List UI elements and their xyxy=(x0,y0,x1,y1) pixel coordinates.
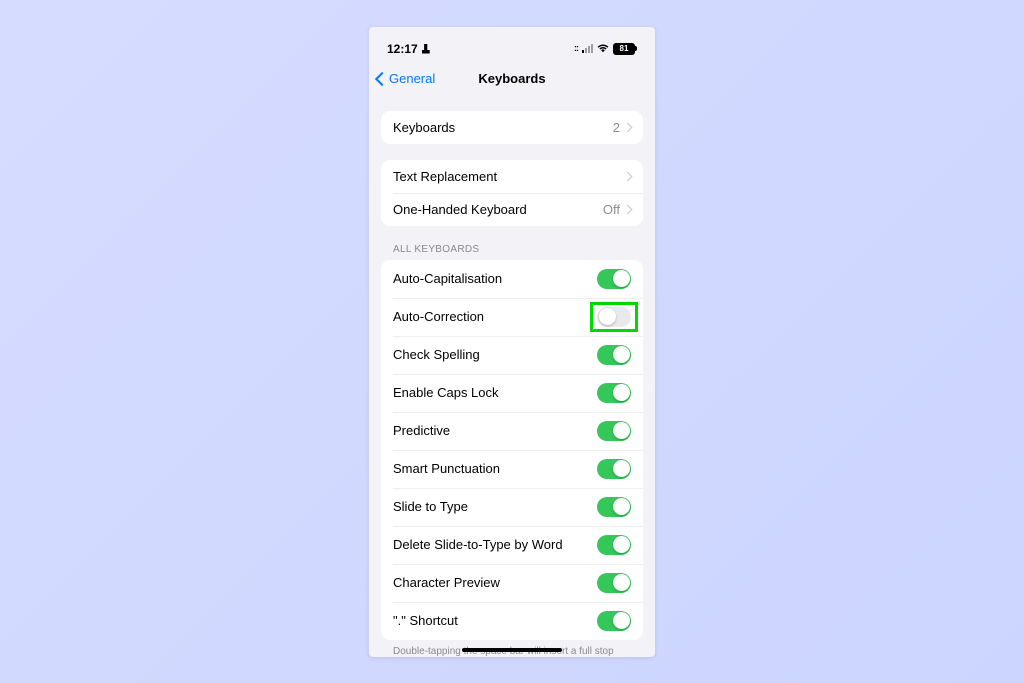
row-text-replacement[interactable]: Text Replacement xyxy=(381,160,643,193)
chevron-right-icon xyxy=(623,204,633,214)
settings-content: Keyboards 2 Text Replacement One-Handed … xyxy=(369,97,655,657)
toggle-switch[interactable] xyxy=(597,535,631,555)
section-header-all-keyboards: ALL KEYBOARDS xyxy=(381,226,643,260)
toggle-switch[interactable] xyxy=(597,497,631,517)
switch-knob xyxy=(613,346,630,363)
toggle-row: "." Shortcut xyxy=(381,602,643,640)
toggle-row: Smart Punctuation xyxy=(381,450,643,488)
page-background: 12:17 :: 81 General Keyboards xyxy=(0,0,1024,683)
toggle-row: Character Preview xyxy=(381,564,643,602)
toggle-row: Delete Slide-to-Type by Word xyxy=(381,526,643,564)
toggle-row: Enable Caps Lock xyxy=(381,374,643,412)
group-all-keyboards: Auto-Capitalisation Auto-Correction Check … xyxy=(381,260,643,640)
toggle-switch[interactable] xyxy=(597,459,631,479)
group-text-options: Text Replacement One-Handed Keyboard Off xyxy=(381,160,643,226)
row-label: One-Handed Keyboard xyxy=(393,202,603,217)
toggle-label: Character Preview xyxy=(393,575,597,590)
chevron-left-icon xyxy=(375,71,389,85)
switch-knob xyxy=(613,612,630,629)
cellular-signal-icon xyxy=(582,44,593,53)
toggle-label: Auto-Correction xyxy=(393,309,597,324)
orientation-lock-icon xyxy=(422,44,430,54)
toggle-label: Slide to Type xyxy=(393,499,597,514)
chevron-right-icon xyxy=(623,122,633,132)
switch-knob xyxy=(613,384,630,401)
toggle-switch[interactable] xyxy=(597,383,631,403)
row-one-handed-keyboard[interactable]: One-Handed Keyboard Off xyxy=(381,193,643,226)
page-title: Keyboards xyxy=(478,71,545,86)
focus-icon: :: xyxy=(574,44,578,53)
toggle-switch[interactable] xyxy=(597,269,631,289)
switch-knob xyxy=(613,574,630,591)
row-label: Text Replacement xyxy=(393,169,624,184)
home-indicator[interactable] xyxy=(462,648,562,652)
row-keyboards[interactable]: Keyboards 2 xyxy=(381,111,643,144)
switch-knob xyxy=(613,498,630,515)
toggle-label: Delete Slide-to-Type by Word xyxy=(393,537,597,552)
toggle-label: Smart Punctuation xyxy=(393,461,597,476)
toggle-label: "." Shortcut xyxy=(393,613,597,628)
toggle-switch[interactable] xyxy=(597,573,631,593)
status-time: 12:17 xyxy=(387,42,418,56)
switch-knob xyxy=(613,460,630,477)
toggle-row: Auto-Correction xyxy=(381,298,643,336)
toggle-row: Predictive xyxy=(381,412,643,450)
row-value: Off xyxy=(603,202,620,217)
status-bar: 12:17 :: 81 xyxy=(369,37,655,61)
toggle-switch[interactable] xyxy=(597,307,631,327)
switch-knob xyxy=(613,270,630,287)
chevron-right-icon xyxy=(623,171,633,181)
toggle-label: Enable Caps Lock xyxy=(393,385,597,400)
toggle-label: Predictive xyxy=(393,423,597,438)
wifi-icon xyxy=(597,44,609,53)
row-value: 2 xyxy=(613,120,620,135)
toggle-label: Auto-Capitalisation xyxy=(393,271,597,286)
row-label: Keyboards xyxy=(393,120,613,135)
group-keyboards-list: Keyboards 2 xyxy=(381,111,643,144)
navigation-bar: General Keyboards xyxy=(369,61,655,97)
switch-knob xyxy=(599,308,616,325)
toggle-switch[interactable] xyxy=(597,345,631,365)
toggle-row: Auto-Capitalisation xyxy=(381,260,643,298)
back-label: General xyxy=(389,71,435,86)
switch-knob xyxy=(613,422,630,439)
toggle-row: Slide to Type xyxy=(381,488,643,526)
phone-frame: 12:17 :: 81 General Keyboards xyxy=(369,27,655,657)
toggle-row: Check Spelling xyxy=(381,336,643,374)
toggle-label: Check Spelling xyxy=(393,347,597,362)
back-button[interactable]: General xyxy=(377,71,435,86)
toggle-switch[interactable] xyxy=(597,611,631,631)
switch-knob xyxy=(613,536,630,553)
toggle-switch[interactable] xyxy=(597,421,631,441)
battery-icon: 81 xyxy=(613,43,637,55)
